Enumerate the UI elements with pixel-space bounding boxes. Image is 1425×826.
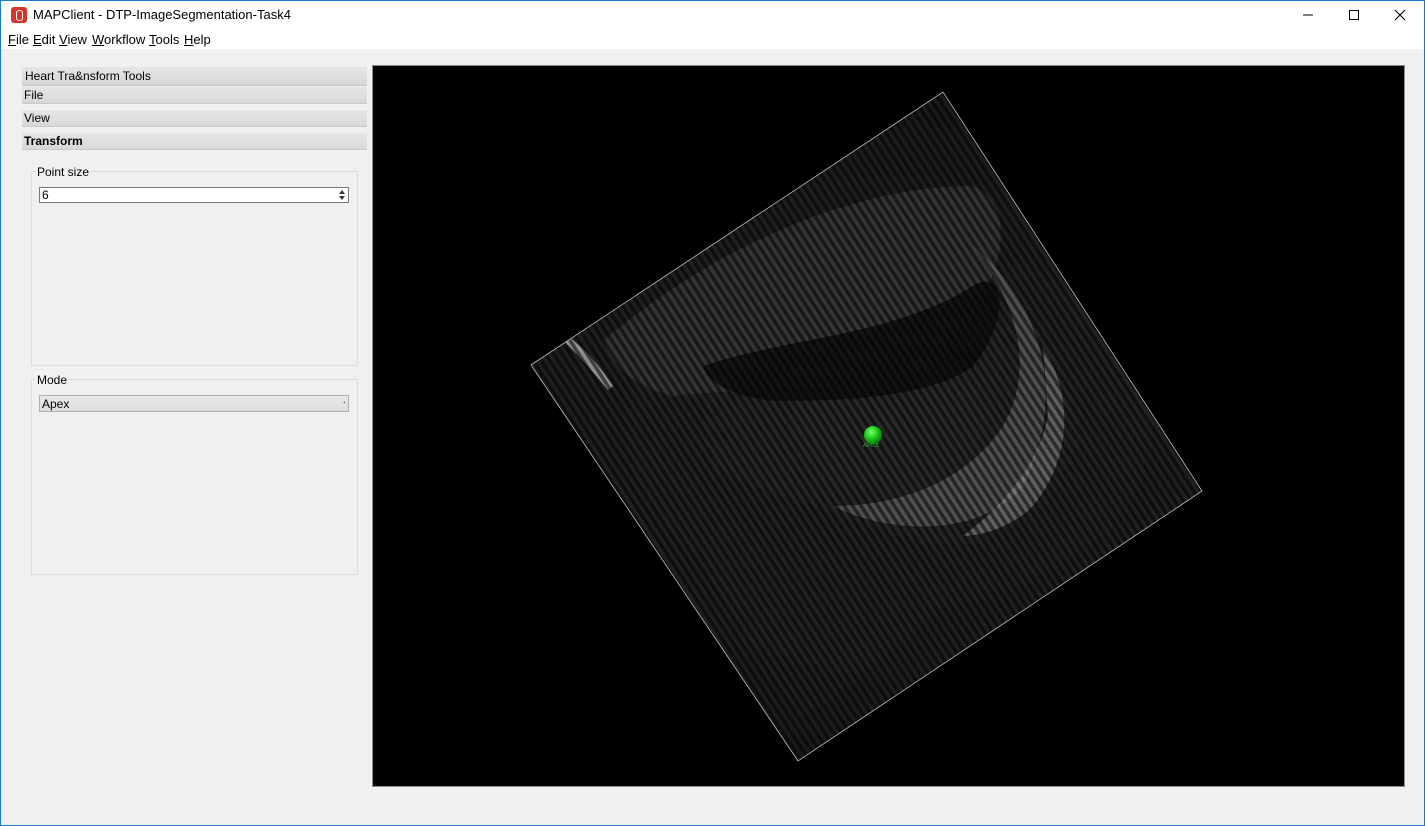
point-size-spinbox[interactable]: 6 <box>39 187 349 203</box>
close-icon <box>1394 9 1406 21</box>
apex-marker <box>864 426 882 444</box>
chevron-down-icon: · <box>342 397 346 408</box>
minimize-icon <box>1303 14 1313 16</box>
title-bar: MAPClient - DTP-ImageSegmentation-Task4 <box>1 1 1424 29</box>
menu-file[interactable]: File <box>8 32 29 47</box>
toolbox-section-view[interactable]: View <box>22 110 367 127</box>
minimize-button[interactable] <box>1285 1 1331 29</box>
image-viewer[interactable]: APEX <box>372 65 1405 787</box>
point-size-value: 6 <box>42 188 49 202</box>
mode-selected-value: Apex <box>42 397 70 411</box>
apex-marker-label: APEX <box>863 443 880 449</box>
toolbox-title: Heart Tra&nsform Tools <box>22 67 367 86</box>
maximize-icon <box>1349 10 1359 20</box>
toolbox-section-transform[interactable]: Transform <box>22 133 367 150</box>
close-button[interactable] <box>1377 1 1423 29</box>
menu-help[interactable]: Help <box>184 32 211 47</box>
mode-label: Mode <box>36 373 69 387</box>
window-title: MAPClient - DTP-ImageSegmentation-Task4 <box>33 7 291 22</box>
spin-buttons <box>337 189 347 201</box>
toolbox-section-file[interactable]: File <box>22 87 367 104</box>
menu-edit[interactable]: Edit <box>33 32 55 47</box>
maximize-button[interactable] <box>1331 1 1377 29</box>
mode-dropdown[interactable]: Apex · <box>39 395 349 412</box>
menu-bar: File Edit View Workflow Tools Help <box>1 29 1424 49</box>
menu-workflow[interactable]: Workflow <box>92 32 145 47</box>
mri-slice-image <box>530 91 1203 762</box>
app-logo-icon <box>11 7 27 23</box>
menu-tools[interactable]: Tools <box>149 32 179 47</box>
main-window: MAPClient - DTP-ImageSegmentation-Task4 … <box>0 0 1425 826</box>
menu-view[interactable]: View <box>59 32 87 47</box>
spin-down-icon[interactable] <box>337 195 347 201</box>
point-size-label: Point size <box>36 165 91 179</box>
